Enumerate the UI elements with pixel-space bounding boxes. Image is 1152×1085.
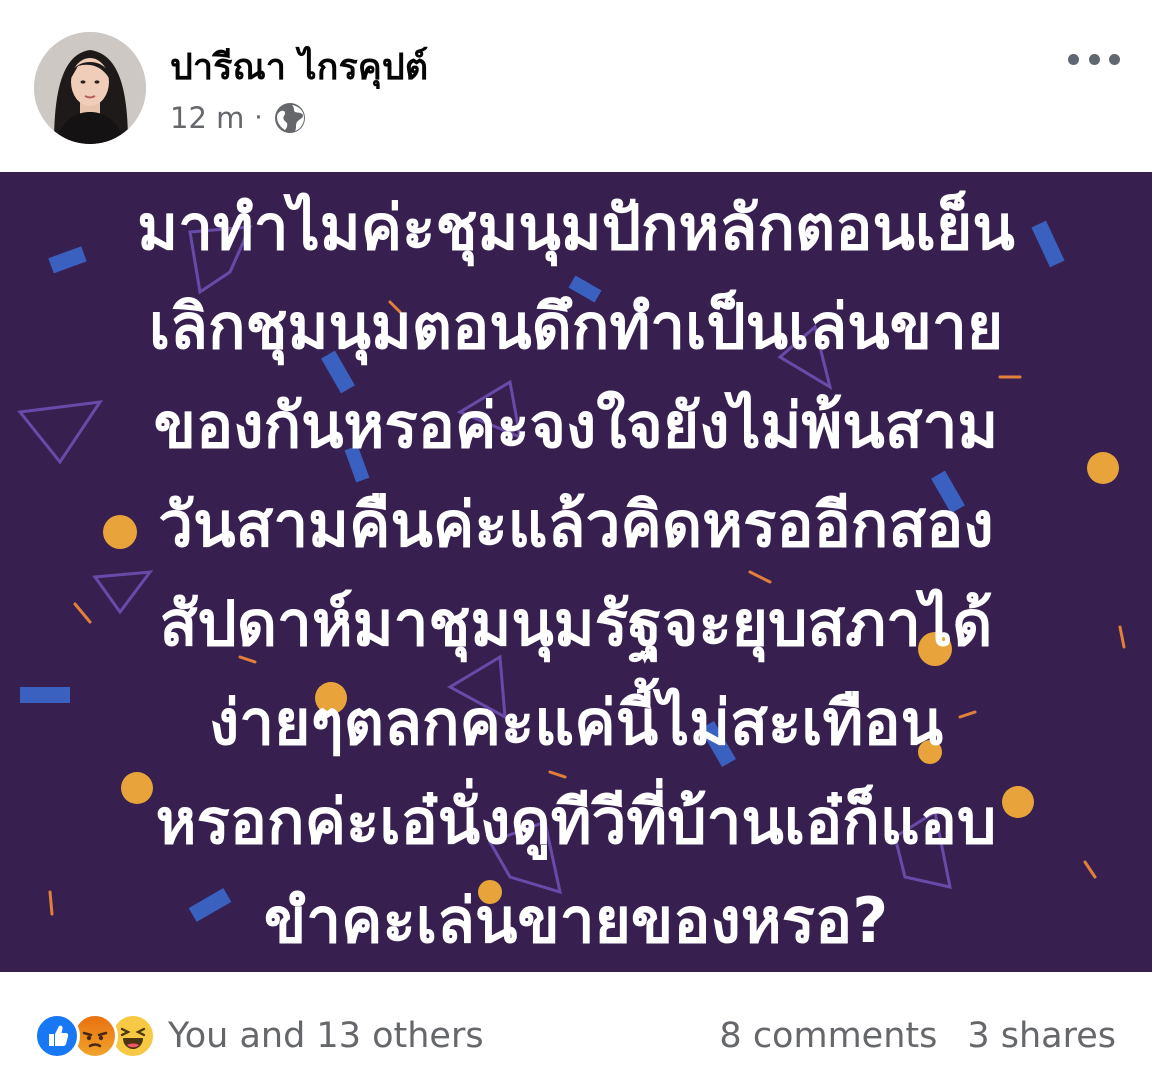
post-image[interactable]: มาทำไมค่ะชุมนุมปักหลักตอนเย็น เลิกชุมนุม…: [0, 172, 1152, 972]
post-image-text: มาทำไมค่ะชุมนุมปักหลักตอนเย็น เลิกชุมนุม…: [0, 178, 1152, 970]
post-text-line: หรอกค่ะเอ๋นั่งดูทีวีที่บ้านเอ๋ก็แอบ: [155, 785, 997, 858]
comments-count-link[interactable]: 8 comments: [719, 1016, 937, 1056]
more-horizontal-icon: [1068, 53, 1079, 65]
globe-icon: [274, 103, 305, 133]
author-name[interactable]: ปารีณา ไกรคุปต์: [170, 38, 428, 95]
post-footer: You and 13 others 8 comments 3 shares: [0, 972, 1152, 1085]
author-avatar[interactable]: [34, 32, 146, 144]
facebook-post: ปารีณา ไกรคุปต์ 12 m · มาทำไมค่ะชุมนุมปั…: [0, 0, 1152, 1085]
engagement-counts: 8 comments 3 shares: [719, 1010, 1116, 1062]
post-text-line: ง่ายๆตลกคะแค่นี้ไม่สะเทือน: [209, 686, 943, 759]
post-text-line: เลิกชุมนุมตอนดึกทำเป็นเล่นขาย: [148, 290, 1004, 363]
post-text-line: วันสามคืนค่ะแล้วคิดหรออีกสอง: [158, 488, 994, 561]
more-options-button[interactable]: [1068, 44, 1120, 74]
shares-count-link[interactable]: 3 shares: [967, 1016, 1116, 1056]
avatar-photo: [34, 32, 146, 144]
post-text-line: สัปดาห์มาชุมนุมรัฐจะยุบสภาได้: [159, 587, 993, 660]
reactors-text[interactable]: You and 13 others: [168, 1016, 484, 1056]
meta-separator: ·: [254, 103, 263, 133]
post-text-line: ขำคะเล่นขายของหรอ?: [263, 884, 889, 957]
post-header: ปารีณา ไกรคุปต์ 12 m ·: [0, 0, 1152, 172]
like-icon: [34, 1013, 80, 1059]
post-meta: 12 m ·: [170, 98, 307, 138]
post-timestamp[interactable]: 12 m: [170, 101, 244, 135]
reaction-summary[interactable]: You and 13 others: [34, 1010, 484, 1062]
post-text-line: มาทำไมค่ะชุมนุมปักหลักตอนเย็น: [137, 191, 1015, 264]
post-text-line: ของกันหรอค่ะจงใจยังไม่พ้นสาม: [153, 389, 999, 462]
